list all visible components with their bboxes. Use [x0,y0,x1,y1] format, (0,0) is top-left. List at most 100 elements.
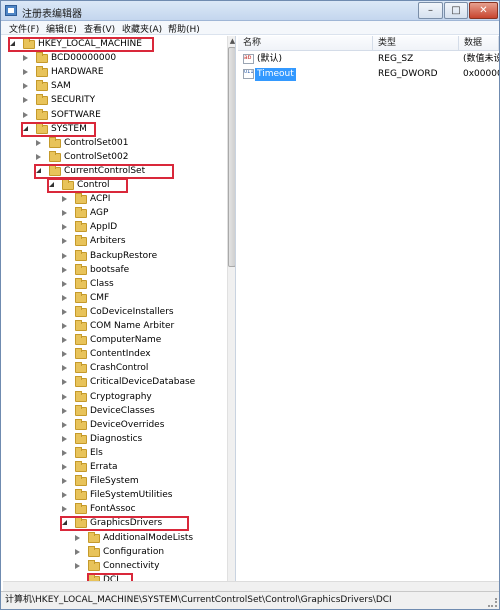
expand-arrow-icon[interactable] [23,97,28,104]
tree-node[interactable]: AdditionalModeLists [3,531,225,545]
tree-node[interactable]: Class [3,277,225,291]
expand-arrow-icon[interactable] [62,379,67,386]
tree-node[interactable]: Control [3,178,225,193]
expand-arrow-icon[interactable] [36,139,41,146]
expand-arrow-icon[interactable] [62,266,67,273]
tree-node[interactable]: FileSystemUtilities [3,489,225,502]
expand-arrow-icon[interactable] [62,238,67,245]
expand-arrow-icon[interactable] [62,308,67,315]
expand-arrow-icon[interactable] [62,365,67,372]
tree-node[interactable]: CrashControl [3,362,225,375]
menu-view[interactable]: 查看(V) [84,22,115,35]
tree-node[interactable]: SYSTEM [3,121,225,137]
expand-arrow-icon[interactable] [62,252,67,259]
tree-node[interactable]: AppID [3,221,225,234]
tree-node[interactable]: ComputerName [3,334,225,347]
tree-node[interactable]: DeviceClasses [3,404,225,418]
tree-node[interactable]: CurrentControlSet [3,163,225,179]
tree-node-label: CrashControl [90,363,149,374]
scroll-up-arrow-icon[interactable]: ▲ [229,37,235,46]
expand-arrow-icon[interactable] [62,478,67,485]
expand-arrow-icon[interactable] [36,153,41,160]
minimize-button[interactable]: – [418,2,443,19]
tree-node[interactable]: ACPI [3,193,225,206]
values-pane[interactable]: 名称 类型 数据 ab (默认) REG_SZ (数值未设 011 Timeou… [238,36,499,590]
tree-node[interactable]: DeviceOverrides [3,418,225,432]
expand-arrow-icon[interactable] [62,280,67,287]
tree-node[interactable]: Arbiters [3,235,225,248]
column-header-data[interactable]: 数据 [459,36,499,51]
expand-arrow-icon[interactable] [62,421,67,428]
expand-arrow-icon[interactable] [23,69,28,76]
tree-node[interactable]: GraphicsDrivers [3,516,225,532]
expand-arrow-icon[interactable] [62,323,67,329]
expand-arrow-icon[interactable] [62,506,67,513]
expand-arrow-icon[interactable] [23,111,28,118]
tree-node[interactable]: SOFTWARE [3,108,225,122]
tree-node[interactable]: CoDeviceInstallers [3,305,225,319]
expand-arrow-icon[interactable] [62,224,67,231]
expand-arrow-icon[interactable] [62,492,67,499]
tree-node[interactable]: FontAssoc [3,503,225,516]
column-header-type[interactable]: 类型 [373,36,459,51]
expand-arrow-icon[interactable] [75,534,80,541]
expand-arrow-icon[interactable] [75,562,80,569]
title-bar[interactable]: 注册表编辑器 – □ ✕ [1,1,499,21]
tree-node[interactable]: Cryptography [3,390,225,404]
tree-node[interactable]: SECURITY [3,94,225,107]
scroll-thumb[interactable] [228,47,235,267]
folder-icon [75,461,87,472]
tree-node[interactable]: SAM [3,80,225,93]
expand-arrow-icon[interactable] [23,83,28,90]
expand-arrow-icon[interactable] [62,337,67,344]
tree-node[interactable]: Connectivity [3,559,225,573]
tree-node[interactable]: Diagnostics [3,432,225,446]
tree-node[interactable]: ControlSet001 [3,136,225,150]
expand-arrow-icon[interactable] [75,548,80,555]
column-header-name[interactable]: 名称 [238,36,373,51]
tree-node[interactable]: ContentIndex [3,348,225,361]
expand-arrow-icon[interactable] [23,55,28,62]
tree-vertical-scrollbar[interactable]: ▲ ▼ [227,36,235,590]
expand-arrow-icon[interactable] [62,407,67,414]
tree-node[interactable]: BackupRestore [3,249,225,263]
tree-node[interactable]: FileSystem [3,475,225,488]
close-button[interactable]: ✕ [469,2,498,19]
menu-edit[interactable]: 编辑(E) [46,22,77,35]
expand-arrow-icon[interactable] [62,464,67,470]
tree-node[interactable]: Configuration [3,545,225,559]
tree-node-label: ACPI [90,194,111,205]
tree-node[interactable]: ControlSet002 [3,150,225,164]
expand-arrow-icon[interactable] [62,210,67,217]
resize-grip-icon[interactable] [488,598,497,607]
tree-node[interactable]: COM Name Arbiter [3,320,225,333]
tree-node[interactable]: BCD00000000 [3,52,225,65]
folder-icon [75,249,87,261]
menu-help[interactable]: 帮助(H) [168,22,200,35]
tree-node-label: AdditionalModeLists [103,532,194,543]
tree-node[interactable]: Errata [3,461,225,474]
maximize-button[interactable]: □ [444,2,468,19]
menu-file[interactable]: 文件(F) [9,22,39,35]
tree-node[interactable]: HKEY_LOCAL_MACHINE [3,37,225,52]
expand-arrow-icon[interactable] [62,294,67,301]
expand-arrow-icon[interactable] [62,449,67,456]
tree-node[interactable]: Els [3,446,225,460]
folder-icon [75,235,87,247]
menu-favorites[interactable]: 收藏夹(A) [122,22,162,35]
expand-arrow-icon[interactable] [62,351,67,358]
tree-node[interactable]: CriticalDeviceDatabase [3,376,225,389]
tree-node-label: Connectivity [103,560,160,571]
tree-node[interactable]: bootsafe [3,263,225,277]
horizontal-scrollbar[interactable] [3,581,499,591]
expand-arrow-icon[interactable] [62,196,67,203]
expand-arrow-icon[interactable] [62,393,67,400]
tree-node[interactable]: AGP [3,207,225,220]
folder-icon [36,108,48,120]
tree-node-label: FileSystem [90,476,139,487]
folder-icon [75,305,87,317]
tree-node[interactable]: HARDWARE [3,66,225,79]
registry-tree[interactable]: HKEY_LOCAL_MACHINE BCD00000000 HARDWARE SAM… [3,36,236,590]
expand-arrow-icon[interactable] [62,435,67,442]
tree-node[interactable]: CMF [3,291,225,305]
